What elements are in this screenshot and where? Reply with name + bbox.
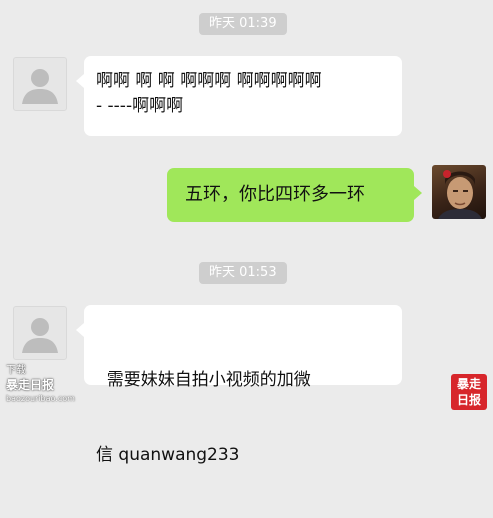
received-message-bubble[interactable]: 啊啊 啊 啊 啊啊啊 啊啊啊啊啊 - ----啊啊啊 [76,56,402,136]
watermark-url: baozouribao.com [6,394,75,403]
message-text-line: 啊啊 啊 啊 啊啊啊 啊啊啊啊啊 [96,71,322,91]
received-message-bubble[interactable]: 需要妹妹自拍小视频的加微 信 quanwang233 [76,305,402,465]
sent-message-bubble[interactable]: 五环，你比四环多一环 [167,168,422,222]
logo-line: 暴走 [456,377,481,391]
default-avatar-icon [22,318,58,353]
watermark-text: 下载 暴走日报 baozouribao.com [6,364,75,406]
user-avatar-photo [438,170,482,219]
contact-avatar[interactable] [13,306,67,360]
timestamp: 昨天 01:39 [199,13,287,35]
timestamp: 昨天 01:53 [199,262,287,284]
message-text: 五环，你比四环多一环 [185,184,365,205]
logo-line: 日报 [456,393,481,407]
user-avatar[interactable] [432,165,486,219]
brand-logo: 暴走 日报 [451,374,487,410]
message-text-line: 信 quanwang233 [96,445,240,465]
watermark-line: 下载 [6,365,26,376]
default-avatar-icon [22,69,58,104]
watermark-brand: 暴走日报 [6,378,55,392]
contact-avatar[interactable] [13,57,67,111]
message-text-line: - ----啊啊啊 [96,96,184,116]
message-text-line: 需要妹妹自拍小视频的加微 [96,370,311,390]
